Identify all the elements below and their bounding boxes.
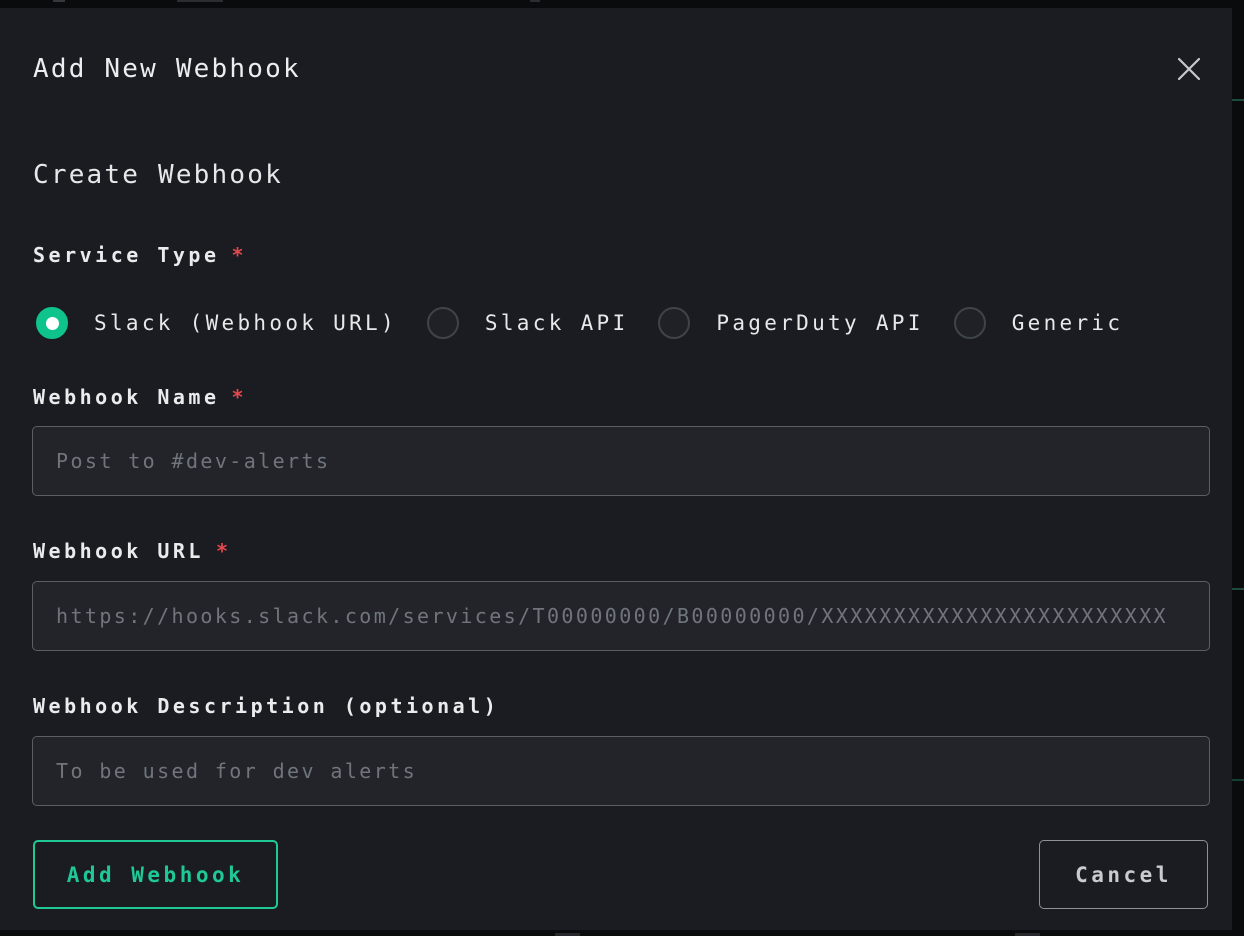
cancel-button-label: Cancel [1075, 863, 1172, 887]
page-artifact [53, 0, 65, 2]
radio-slack-webhook-url[interactable]: Slack (Webhook URL) [36, 307, 397, 339]
modal-title: Add New Webhook [33, 54, 301, 84]
close-icon [1175, 55, 1203, 83]
radio-generic[interactable]: Generic [954, 307, 1124, 339]
webhook-description-label: Webhook Description (optional) [33, 694, 499, 718]
form-heading: Create Webhook [33, 160, 283, 190]
radio-button-icon[interactable] [954, 307, 986, 339]
required-asterisk: * [216, 539, 232, 563]
page-artifact [177, 0, 223, 2]
webhook-description-label-text: Webhook Description (optional) [33, 694, 499, 718]
radio-pagerduty-api[interactable]: PagerDuty API [658, 307, 923, 339]
radio-label: PagerDuty API [716, 311, 923, 335]
webhook-description-input[interactable] [32, 736, 1210, 806]
page-background: Add New Webhook Create Webhook Service T… [0, 0, 1244, 936]
radio-label: Slack API [485, 311, 629, 335]
webhook-url-label-text: Webhook URL [33, 539, 204, 563]
required-asterisk: * [232, 243, 248, 267]
service-type-radio-group: Slack (Webhook URL) Slack API PagerDuty … [36, 307, 1123, 339]
radio-label: Slack (Webhook URL) [94, 311, 397, 335]
webhook-url-label: Webhook URL * [33, 539, 232, 563]
close-button[interactable] [1168, 48, 1210, 90]
page-artifact [1232, 99, 1244, 101]
page-artifact [1232, 779, 1244, 781]
page-artifact [530, 0, 540, 2]
add-webhook-button[interactable]: Add Webhook [33, 840, 278, 909]
webhook-url-input[interactable] [32, 581, 1210, 651]
radio-slack-api[interactable]: Slack API [427, 307, 629, 339]
radio-button-icon[interactable] [427, 307, 459, 339]
radio-label: Generic [1012, 311, 1124, 335]
page-artifact [1232, 588, 1244, 590]
radio-button-icon[interactable] [36, 307, 68, 339]
add-webhook-modal: Add New Webhook Create Webhook Service T… [0, 8, 1232, 930]
add-webhook-button-label: Add Webhook [67, 863, 245, 887]
radio-button-icon[interactable] [658, 307, 690, 339]
service-type-label: Service Type * [33, 243, 247, 267]
webhook-name-label-text: Webhook Name [33, 385, 220, 409]
webhook-name-input[interactable] [32, 426, 1210, 496]
webhook-name-label: Webhook Name * [33, 385, 247, 409]
required-asterisk: * [232, 385, 248, 409]
cancel-button[interactable]: Cancel [1039, 840, 1208, 909]
service-type-label-text: Service Type [33, 243, 220, 267]
